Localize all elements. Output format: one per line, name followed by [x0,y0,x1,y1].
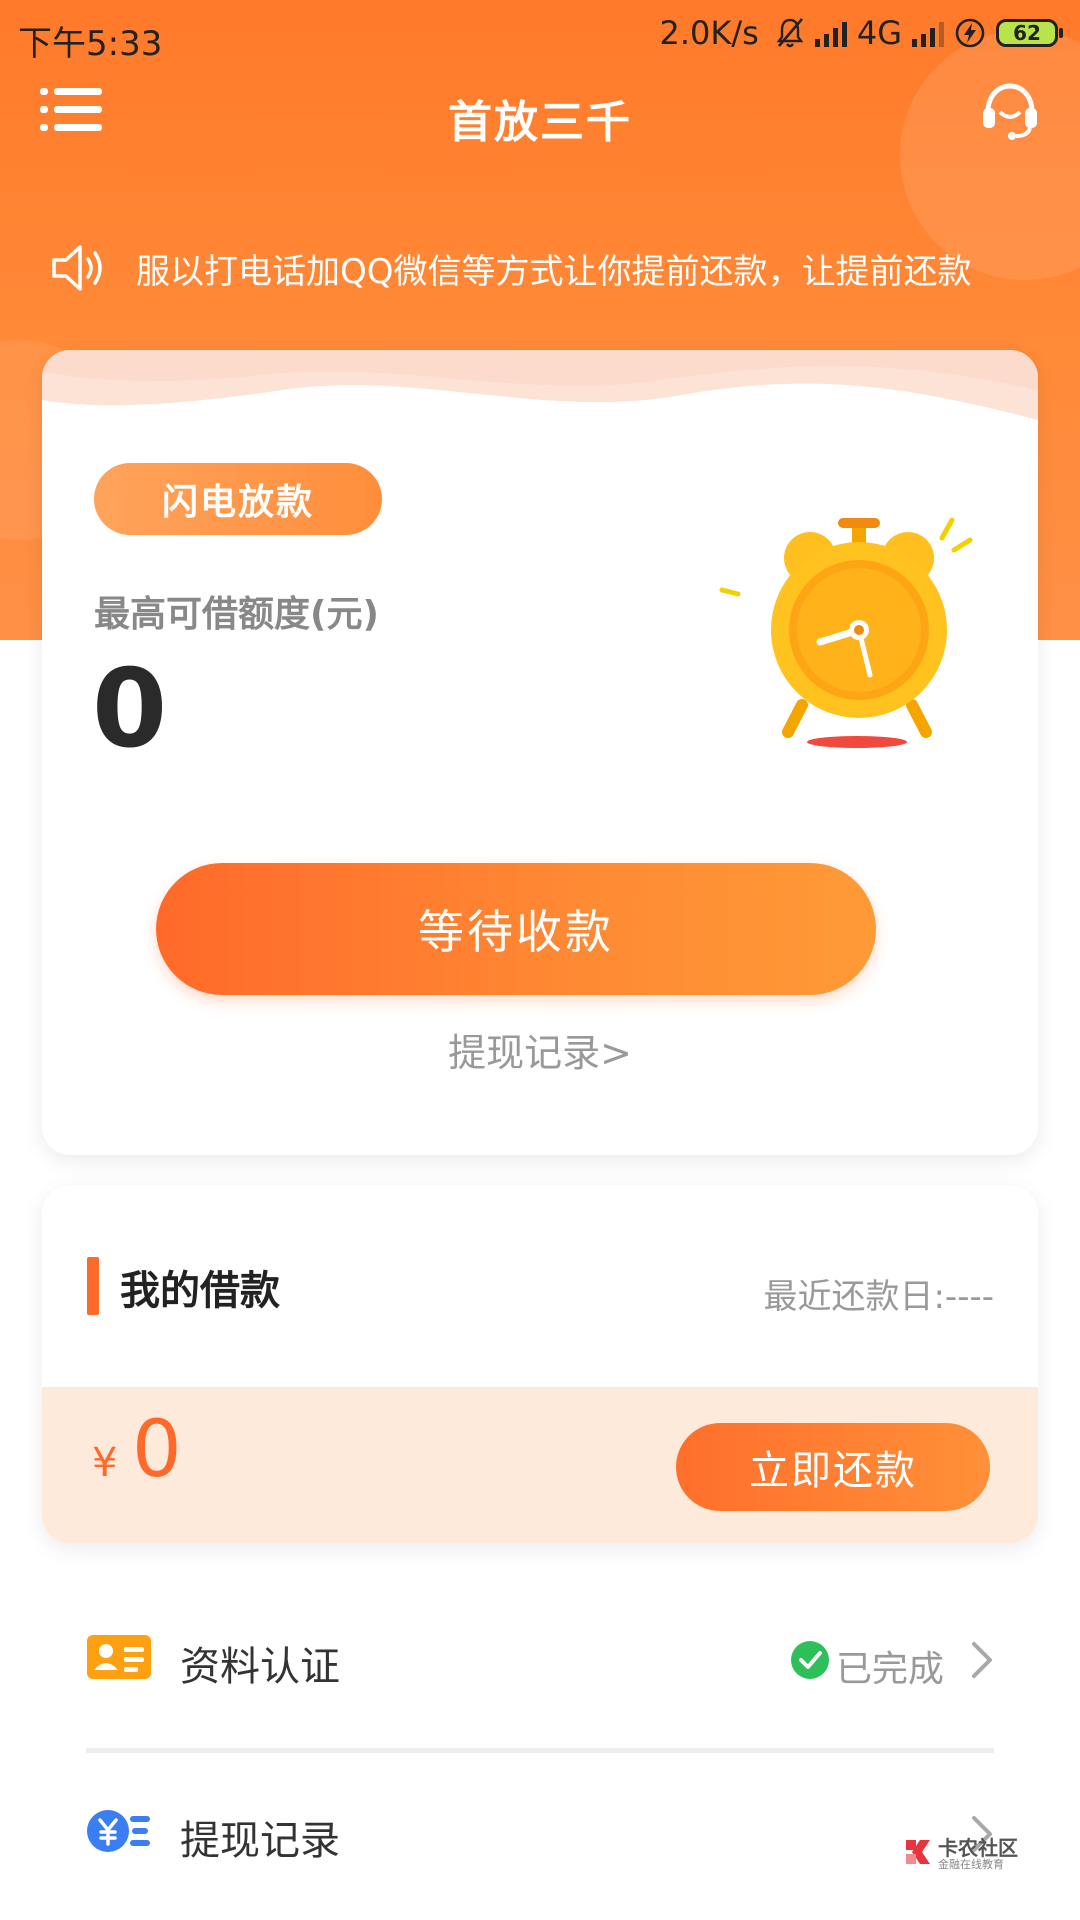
wait-receive-button[interactable]: 等待收款 [156,863,876,995]
my-loan-card: 我的借款 最近还款日:---- ¥ 0 立即还款 [42,1185,1038,1543]
limit-value: 0 [92,647,168,772]
customer-service-button[interactable] [978,78,1042,142]
repay-now-button[interactable]: 立即还款 [676,1423,990,1511]
battery-icon: 62 [996,19,1063,47]
watermark: 卡农社区 金融在线教育 [900,1832,1024,1872]
status-time: 下午5:33 [18,24,163,64]
watermark-subtitle: 金融在线教育 [938,1858,1004,1871]
my-loan-title: 我的借款 [120,1268,280,1314]
alarm-clock-icon [719,517,973,748]
menu-item-verification[interactable]: 资料认证 已完成 [0,1602,1080,1712]
chevron-right-icon [972,1642,992,1678]
check-circle-icon [791,1641,829,1679]
speaker-icon [52,245,102,291]
notice-text: 服以打电话加QQ微信等方式让你提前还款，让提前还款 [136,251,972,292]
loan-card: 闪电放款 最高可借额度(元) 0 等待收款 提现记录> [42,350,1038,1155]
headset-icon [983,83,1037,140]
loan-amount: 0 [132,1405,182,1495]
recent-repay-date: 最近还款日:---- [763,1277,994,1317]
limit-label: 最高可借额度(元) [94,594,379,635]
page-title: 首放三千 [448,97,632,148]
status-indicators: 2.0K/s 4G 62 [659,14,1063,52]
menu-item-label: 提现记录 [180,1818,340,1864]
mute-bell-icon [776,18,804,48]
signal-strength-icon [814,19,847,47]
verification-status: 已完成 [835,1649,944,1690]
currency-symbol: ¥ [92,1440,118,1486]
section-accent-bar [87,1257,99,1315]
flash-loan-badge: 闪电放款 [94,463,382,535]
network-speed: 2.0K/s [659,14,759,52]
menu-item-label: 资料认证 [180,1644,340,1690]
withdraw-record-link[interactable]: 提现记录> [42,1022,1038,1077]
notice-bar[interactable]: 服以打电话加QQ微信等方式让你提前还款，让提前还款 [50,238,1030,298]
id-card-icon [87,1635,151,1679]
network-type: 4G [856,14,902,52]
charging-icon [955,18,985,48]
card-wave-decoration [42,350,1038,420]
kanong-logo-icon [906,1840,930,1864]
status-bar: 下午5:33 2.0K/s 4G 62 [0,0,1080,72]
signal-strength-2-icon [912,19,944,47]
divider [86,1748,994,1753]
yen-list-icon [87,1810,150,1852]
